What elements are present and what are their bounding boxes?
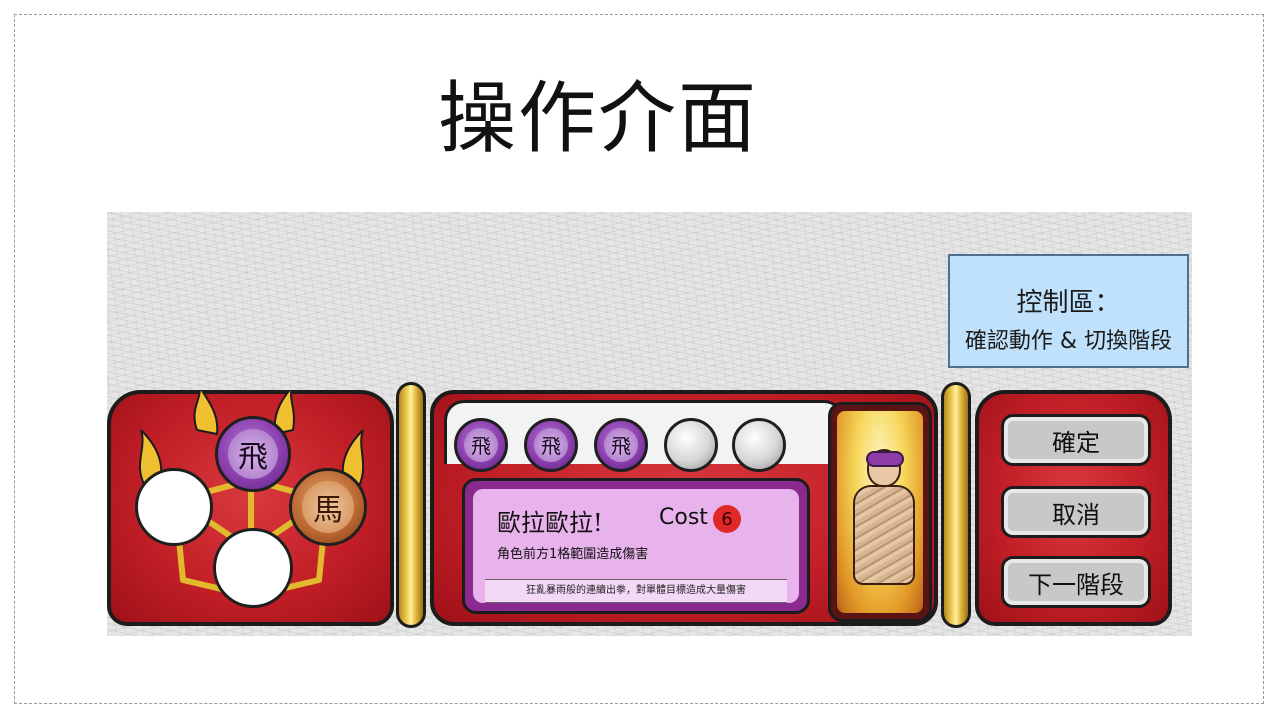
portrait-headband [866,451,904,467]
game-ui-panel: 控制區： 確認動作 & 切換階段 飛 馬 飛 飛 飛 歐拉歐拉! Cost 6 … [107,212,1192,636]
control-area-callout: 控制區： 確認動作 & 切換階段 [948,254,1189,368]
piece-horse-label: 馬 [302,481,354,533]
cancel-button[interactable]: 取消 [1001,486,1151,538]
piece-tree-frame: 飛 馬 [107,390,394,626]
character-portrait [828,402,932,622]
slot-empty-4[interactable] [664,418,718,472]
callout-subtitle: 確認動作 & 切換階段 [964,329,1173,354]
skill-description: 角色前方1格範圍造成傷害 [497,547,649,562]
skill-name: 歐拉歐拉! [497,509,603,537]
empty-slot-left[interactable] [135,468,213,546]
slot-piece-1-label: 飛 [463,427,499,463]
skill-card-inner: 歐拉歐拉! Cost 6 角色前方1格範圍造成傷害 狂亂暴雨般的連續出拳，對單體… [473,489,799,603]
slot-piece-2-label: 飛 [533,427,569,463]
piece-fly-top[interactable]: 飛 [215,416,291,492]
control-frame: 確定 取消 下一階段 [975,390,1172,626]
empty-slot-bottom[interactable] [213,528,293,608]
callout-title: 控制區： [1016,288,1121,318]
slot-piece-3-label: 飛 [603,427,639,463]
slot-piece-1[interactable]: 飛 [454,418,508,472]
gold-pillar-left [396,382,426,628]
skill-frame: 飛 飛 飛 歐拉歐拉! Cost 6 角色前方1格範圍造成傷害 狂亂暴雨般的連續… [430,390,938,626]
gold-pillar-right [941,382,971,628]
skill-flavor-text: 狂亂暴雨般的連續出拳，對單體目標造成大量傷害 [485,579,787,603]
portrait-body [853,485,915,585]
cost-badge: 6 [713,505,741,533]
confirm-button[interactable]: 確定 [1001,414,1151,466]
slot-piece-3[interactable]: 飛 [594,418,648,472]
piece-horse-right[interactable]: 馬 [289,468,367,546]
next-phase-button[interactable]: 下一階段 [1001,556,1151,608]
cost-label: Cost [659,505,708,530]
slot-empty-5[interactable] [732,418,786,472]
slot-piece-2[interactable]: 飛 [524,418,578,472]
piece-fly-top-label: 飛 [227,428,279,480]
slide-title: 操作介面 [438,74,759,164]
skill-card[interactable]: 歐拉歐拉! Cost 6 角色前方1格範圍造成傷害 狂亂暴雨般的連續出拳，對單體… [462,478,810,614]
portrait-background [837,411,923,613]
